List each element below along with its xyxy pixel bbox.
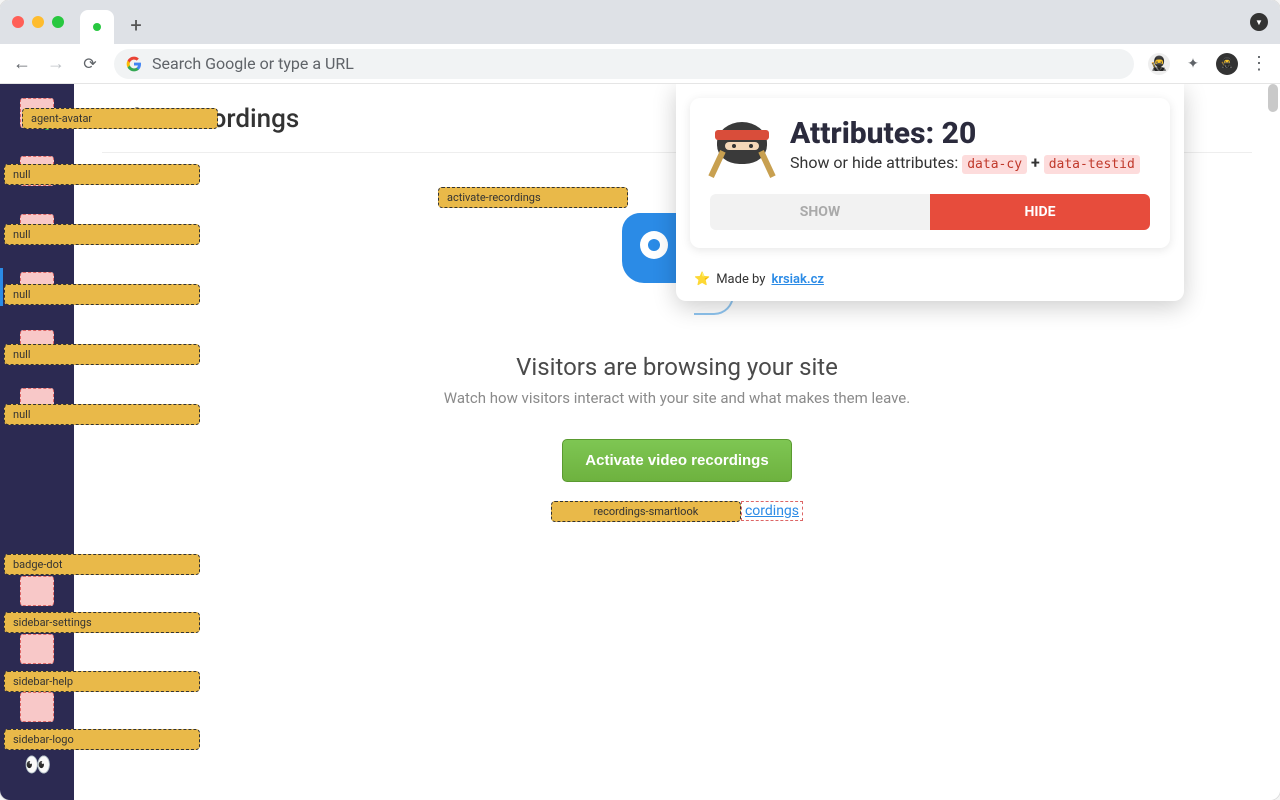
annotation-tag: recordings-smartlook bbox=[551, 501, 741, 522]
scrollbar-thumb[interactable] bbox=[1268, 84, 1278, 112]
hero-subtitle: Watch how visitors interact with your si… bbox=[327, 389, 1027, 407]
browser-tab-bar: + bbox=[0, 0, 1280, 44]
annotation-tag: sidebar-settings bbox=[4, 612, 200, 633]
extension-footer: ⭐ Made by krsiak.cz bbox=[676, 262, 1184, 301]
maximize-window-icon[interactable] bbox=[52, 16, 64, 28]
url-placeholder: Search Google or type a URL bbox=[152, 54, 354, 73]
help-icon bbox=[20, 692, 54, 722]
app-sidebar: 👀 bbox=[0, 84, 74, 800]
window-controls bbox=[12, 16, 64, 28]
ninja-logo-icon bbox=[710, 116, 774, 180]
annotation-tag: null bbox=[4, 404, 200, 425]
page-content: 👀 agent-avatar null null null null null … bbox=[0, 84, 1280, 800]
annotation-tag: badge-dot bbox=[4, 554, 200, 575]
browser-toolbar: ← → ⟳ Search Google or type a URL 🥷 ✦ 🥷 … bbox=[0, 44, 1280, 84]
extensions-button-icon[interactable]: ✦ bbox=[1182, 53, 1204, 75]
extension-subtitle: Show or hide attributes: data-cy + data-… bbox=[790, 153, 1150, 172]
annotation-tag: null bbox=[4, 284, 200, 305]
extension-popup: Attributes: 20 Show or hide attributes: … bbox=[676, 84, 1184, 301]
gear-icon bbox=[20, 634, 54, 664]
star-icon: ⭐ bbox=[694, 272, 710, 287]
browser-menu-button[interactable]: ⋮ bbox=[1250, 55, 1268, 73]
new-tab-button[interactable]: + bbox=[122, 11, 150, 39]
tab-favicon-icon bbox=[93, 23, 101, 31]
search-engine-icon bbox=[126, 56, 142, 72]
back-button[interactable]: ← bbox=[12, 53, 32, 74]
recordings-link[interactable]: cordings bbox=[741, 501, 803, 521]
attr-chip: data-cy bbox=[962, 155, 1027, 174]
annotation-tag: agent-avatar bbox=[22, 108, 218, 129]
extension-title: Attributes: 20 bbox=[790, 116, 1150, 151]
show-button[interactable]: SHOW bbox=[710, 194, 930, 230]
hide-button[interactable]: HIDE bbox=[930, 194, 1150, 230]
annotation-tag: null bbox=[4, 224, 200, 245]
extension-icons: 🥷 ✦ 🥷 ⋮ bbox=[1148, 53, 1268, 75]
minimize-window-icon[interactable] bbox=[32, 16, 44, 28]
activate-recordings-button[interactable]: Activate video recordings bbox=[562, 439, 791, 482]
annotation-tag: sidebar-help bbox=[4, 671, 200, 692]
visibility-toggle: SHOW HIDE bbox=[710, 194, 1150, 230]
annotation-tag: sidebar-logo bbox=[4, 729, 200, 750]
badge-icon bbox=[20, 576, 54, 606]
annotation-tag: null bbox=[4, 164, 200, 185]
ninja-extension-icon[interactable]: 🥷 bbox=[1148, 53, 1170, 75]
browser-tab[interactable] bbox=[80, 10, 114, 44]
author-link[interactable]: krsiak.cz bbox=[771, 272, 824, 287]
tab-overflow-icon[interactable] bbox=[1250, 13, 1268, 31]
hero-title: Visitors are browsing your site bbox=[327, 353, 1027, 381]
forward-button: → bbox=[46, 53, 66, 74]
logo-icon: 👀 bbox=[24, 753, 49, 778]
annotation-tag: activate-recordings bbox=[438, 187, 628, 208]
reload-button[interactable]: ⟳ bbox=[80, 54, 100, 73]
address-bar[interactable]: Search Google or type a URL bbox=[114, 49, 1134, 79]
attr-chip: data-testid bbox=[1044, 155, 1140, 174]
close-window-icon[interactable] bbox=[12, 16, 24, 28]
profile-avatar-icon[interactable]: 🥷 bbox=[1216, 53, 1238, 75]
annotation-tag: null bbox=[4, 344, 200, 365]
